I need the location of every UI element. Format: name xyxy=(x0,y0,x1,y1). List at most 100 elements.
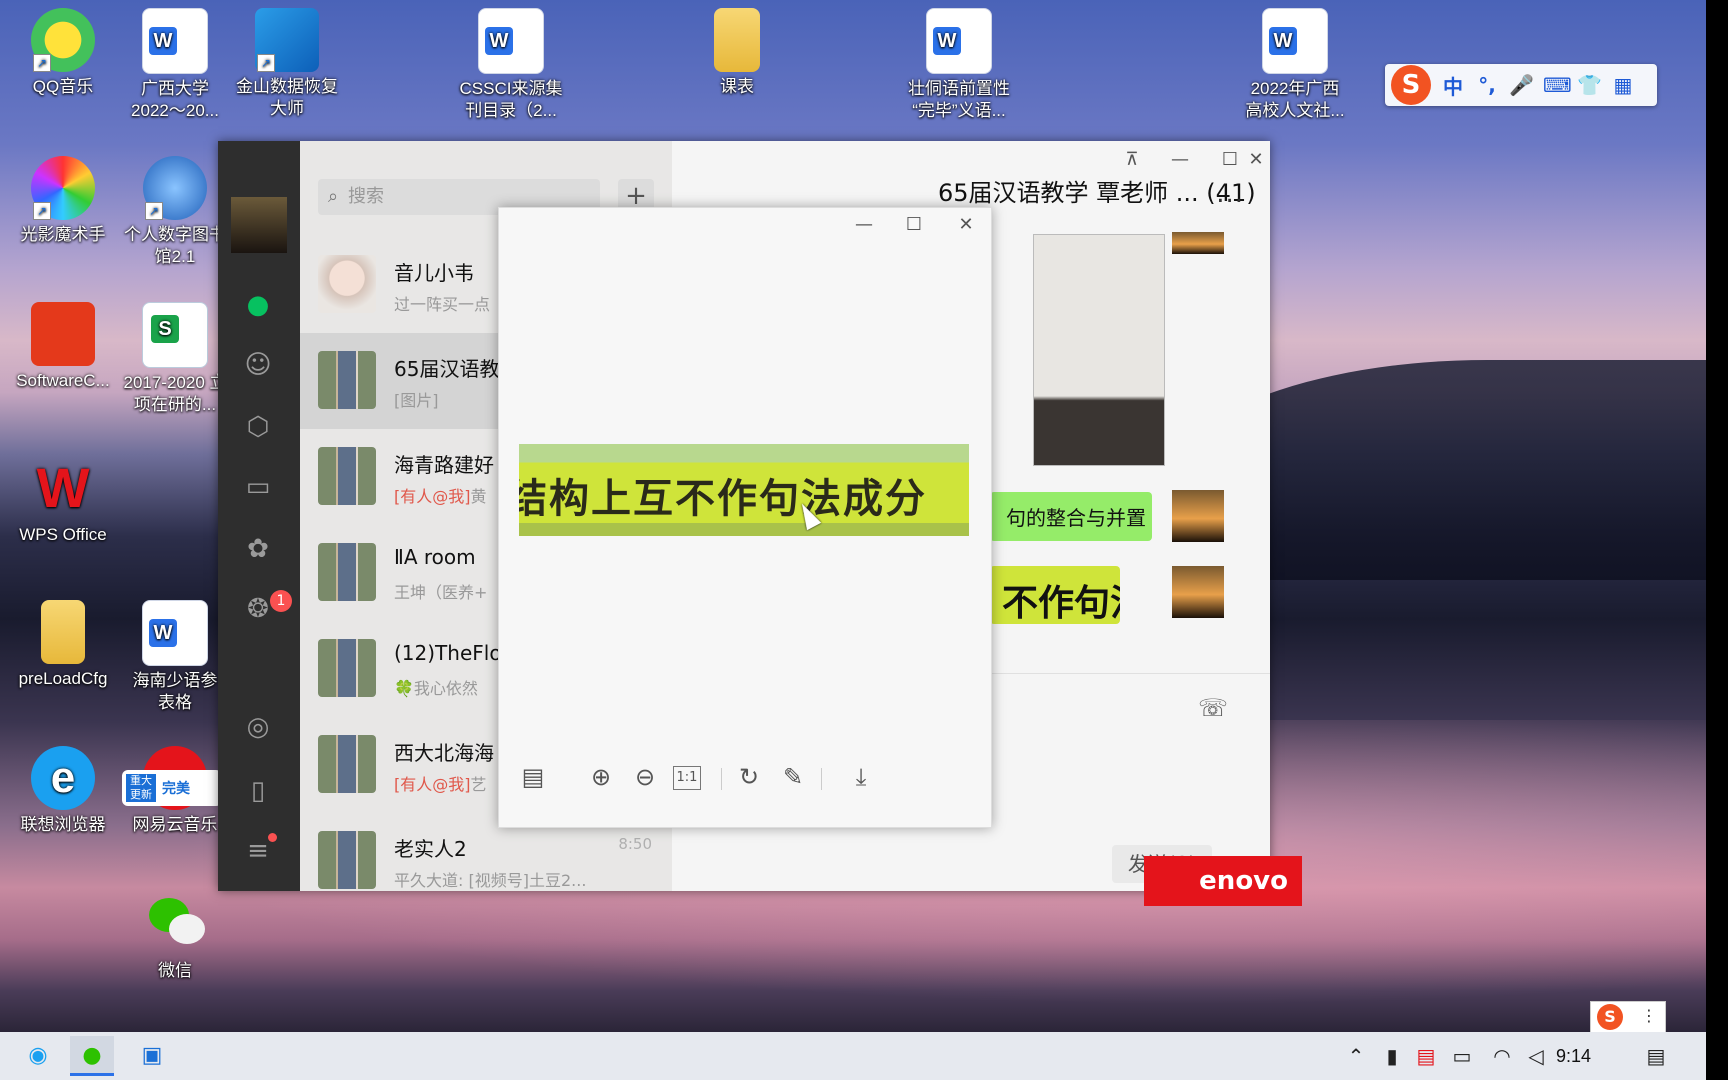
battery-icon[interactable]: ▭ xyxy=(1446,1032,1478,1080)
more-options-icon[interactable]: ... xyxy=(1216,179,1244,209)
microphone-icon[interactable]: ▮ xyxy=(1376,1032,1408,1080)
chevron-up-icon[interactable]: ⌃ xyxy=(1340,1032,1372,1080)
desktop-icon-qqmusic[interactable]: ↗ QQ音乐 xyxy=(10,8,116,98)
pin-icon[interactable]: ⊼ xyxy=(1120,149,1144,170)
mention-tag: [有人@我] xyxy=(394,775,471,794)
menu-notification-dot xyxy=(268,833,277,842)
image-text: 结构上互不作句法成分 xyxy=(519,475,927,522)
phone-icon[interactable]: ▯ xyxy=(240,773,276,809)
thumbnail-grid-icon[interactable]: ▤ xyxy=(517,761,549,793)
security-tray-icon[interactable]: ▤ xyxy=(1410,1032,1442,1080)
chat-preview-text: 黄 xyxy=(470,487,487,506)
desktop-icon-zhuangdong[interactable]: 壮侗语前置性 “完毕”义语... xyxy=(906,8,1012,122)
toolbar-separator xyxy=(721,768,722,790)
mini-programs-icon[interactable]: ◎ xyxy=(240,709,276,745)
desktop-icon-label: SoftwareC... xyxy=(16,371,110,390)
desktop-icon-hainan[interactable]: 海南少语参 表格 xyxy=(122,600,228,714)
wifi-icon[interactable]: ◠ xyxy=(1486,1032,1518,1080)
desktop-icon-digital-library[interactable]: ↗ 个人数字图书 馆2.1 xyxy=(122,156,228,268)
desktop-icon-label: 海南少语参 表格 xyxy=(132,671,218,712)
chat-preview: [有人@我]黄 xyxy=(394,483,487,507)
chat-title: 65届汉语教学 覃老师 ... (41) xyxy=(938,179,1256,207)
image-viewer-window: — ☐ ✕ 结构上互不作句法成分 ▤ ⊕ ⊖ 1:1 ↻ ✎ ⤓ xyxy=(498,207,992,828)
ime-lang-toggle[interactable]: 中 xyxy=(1441,71,1465,100)
desktop-icon-lenovo-browser[interactable]: e 联想浏览器 xyxy=(10,746,116,836)
skin-icon[interactable]: 👕 xyxy=(1577,73,1602,97)
chat-bubble-icon[interactable]: ● xyxy=(240,287,276,323)
volume-icon[interactable]: ◁ xyxy=(1520,1032,1552,1080)
spreadsheet-icon xyxy=(142,302,208,368)
maximize-button[interactable]: ☐ xyxy=(1218,149,1242,170)
desktop-icon-cssci[interactable]: CSSCI来源集 刊目录（2... xyxy=(458,8,564,122)
update-badge[interactable]: 重大 更新 完美 xyxy=(122,770,222,806)
avatar xyxy=(1172,490,1224,542)
desktop-icon-label: 联想浏览器 xyxy=(20,815,106,834)
chat-preview-text: 艺 xyxy=(470,775,487,794)
image-message[interactable]: 不作句法 xyxy=(990,566,1120,624)
chat-preview: [有人@我]艺 xyxy=(394,771,487,795)
message-bubble[interactable]: 句的整合与并置 xyxy=(990,492,1152,541)
notification-center-icon[interactable]: ▤ xyxy=(1640,1032,1672,1080)
desktop-icon-schedule[interactable]: 课表 xyxy=(684,8,790,98)
ime-toolbar[interactable]: S 中 °, 🎤 ⌨ 👕 ▦ xyxy=(1385,64,1657,106)
wechat-taskbar-icon[interactable]: ● xyxy=(70,1036,114,1076)
photos-taskbar-icon[interactable]: ▣ xyxy=(130,1036,174,1076)
chat-name: 老实人2 xyxy=(394,837,467,861)
toolbar-separator xyxy=(821,768,822,790)
chat-name: (12)TheFlo xyxy=(394,641,502,665)
desktop-icon-label: CSSCI来源集 刊目录（2... xyxy=(459,79,563,120)
close-button[interactable]: ✕ xyxy=(953,214,979,235)
actual-size-icon[interactable]: 1:1 xyxy=(673,766,701,790)
ime-menu-icon[interactable]: ⋮ xyxy=(1641,1006,1657,1025)
desktop-icon-preloadcfg[interactable]: preLoadCfg xyxy=(10,600,116,690)
video-call-icon[interactable]: ☏ xyxy=(1198,694,1228,722)
chat-name: 音儿小韦 xyxy=(394,261,474,285)
image-message[interactable] xyxy=(1033,234,1165,466)
search-icon: ⌕ xyxy=(327,186,339,207)
desktop-icon-label: 个人数字图书 馆2.1 xyxy=(124,225,226,266)
taskbar-clock[interactable]: 9:14 xyxy=(1556,1032,1591,1080)
avatar xyxy=(1172,232,1224,254)
chat-name: ⅡA room xyxy=(394,545,476,569)
folder-icon[interactable]: ▭ xyxy=(240,469,276,505)
download-icon[interactable]: ⤓ xyxy=(845,761,877,793)
avatar xyxy=(318,831,376,889)
qqmusic-icon: ↗ xyxy=(31,8,95,72)
desktop-icon-wps[interactable]: W WPS Office xyxy=(10,456,116,546)
viewed-image[interactable]: 结构上互不作句法成分 xyxy=(519,444,969,536)
desktop-icon-label: WPS Office xyxy=(19,525,107,544)
desktop-icon-nevercolor[interactable]: ↗ 光影魔术手 xyxy=(10,156,116,246)
office-icon xyxy=(31,302,95,366)
edit-pencil-icon[interactable]: ✎ xyxy=(777,761,809,793)
desktop-icon-doc-gxu[interactable]: 广西大学 2022～20... xyxy=(122,8,228,122)
sogou-logo-icon[interactable]: S xyxy=(1391,65,1431,105)
taskbar: ◉ ● ▣ ⌃ ▮ ▤ ▭ ◠ ◁ 9:14 ▤ xyxy=(0,1032,1706,1080)
close-button[interactable]: ✕ xyxy=(1244,149,1268,170)
moments-icon[interactable]: ✿ xyxy=(240,531,276,567)
user-avatar[interactable] xyxy=(231,197,287,253)
toolbox-grid-icon[interactable]: ▦ xyxy=(1611,73,1635,97)
maximize-button[interactable]: ☐ xyxy=(901,214,927,235)
desktop-icon-label: preLoadCfg xyxy=(18,669,108,688)
desktop-icon-gx-humanities[interactable]: 2022年广西 高校人文社... xyxy=(1242,8,1348,122)
contacts-icon[interactable]: ☺ xyxy=(240,347,276,383)
ime-punct-toggle[interactable]: °, xyxy=(1475,73,1499,97)
desktop-icon-wechat[interactable]: 微信 xyxy=(122,892,228,982)
desktop-icon-label: 2017-2020 立项在研的... xyxy=(123,373,227,414)
desktop-icon-2017-2020[interactable]: 2017-2020 立项在研的... xyxy=(122,302,228,416)
desktop-icon-softwarecenter[interactable]: SoftwareC... xyxy=(10,302,116,392)
chat-time: 8:50 xyxy=(618,835,652,853)
edge-icon[interactable]: ◉ xyxy=(16,1036,60,1076)
microphone-icon[interactable]: 🎤 xyxy=(1509,73,1534,97)
avatar xyxy=(318,639,376,697)
minimize-button[interactable]: — xyxy=(851,214,877,235)
ime-mini-bar[interactable]: S ⋮ xyxy=(1590,1001,1666,1035)
zoom-out-icon[interactable]: ⊖ xyxy=(629,761,661,793)
desktop-icon-label: 网易云音乐 xyxy=(132,815,218,834)
minimize-button[interactable]: — xyxy=(1168,149,1192,170)
keyboard-icon[interactable]: ⌨ xyxy=(1543,73,1572,97)
zoom-in-icon[interactable]: ⊕ xyxy=(585,761,617,793)
rotate-icon[interactable]: ↻ xyxy=(733,761,765,793)
desktop-icon-data-recovery[interactable]: ↗ 金山数据恢复 大师 xyxy=(234,8,340,120)
collections-cube-icon[interactable]: ⬡ xyxy=(240,409,276,445)
